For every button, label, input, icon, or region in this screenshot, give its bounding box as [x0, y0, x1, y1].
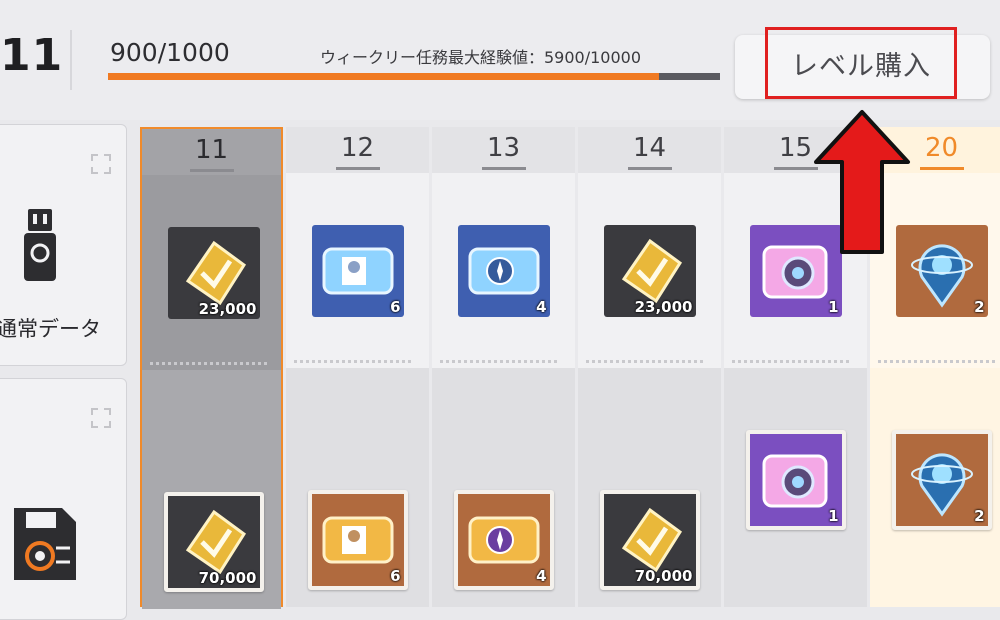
reward-quantity: 6 [390, 298, 401, 316]
reward-column-level-13[interactable]: 13 4 4 [432, 127, 575, 607]
reward-column-level-14[interactable]: 14 23,000 70,000 [578, 127, 721, 607]
usb-drive-icon [24, 209, 56, 281]
decorative-stripe [294, 360, 414, 363]
reward-quantity: 23,000 [198, 300, 257, 318]
reward-quantity: 70,000 [198, 569, 257, 587]
normal-data-label: 通常データ [0, 317, 101, 341]
reward-column-level-12[interactable]: 12 6 6 [286, 127, 429, 607]
gold-ticket-reward-item[interactable]: 70,000 [599, 490, 700, 590]
gold-pass-reward-item[interactable]: 6 [307, 490, 408, 590]
reward-column-level-11[interactable]: 11 23,000 70,000 [140, 127, 283, 609]
exp-progress-bar [108, 73, 720, 80]
reward-quantity: 1 [828, 298, 839, 316]
reward-quantity: 2 [974, 507, 985, 525]
gold-ticket-reward-item[interactable]: 23,000 [167, 227, 260, 319]
level-underline [627, 167, 672, 170]
expand-icon [91, 154, 111, 174]
orb-pin-reward-item[interactable]: 2 [891, 430, 992, 530]
reward-quantity: 70,000 [634, 567, 693, 585]
premium-reward-slot: 70,000 [578, 368, 721, 607]
reward-quantity: 2 [974, 298, 985, 316]
premium-reward-slot: 1 [724, 368, 867, 607]
reward-quantity: 6 [390, 567, 401, 585]
decorative-stripe [878, 360, 998, 363]
premium-reward-slot: 4 [432, 368, 575, 607]
normal-reward-slot: 6 [286, 173, 429, 368]
gold-compass-pass-reward-item[interactable]: 4 [453, 490, 554, 590]
normal-data-panel: 通常データ [0, 124, 127, 366]
blue-pass-reward-item[interactable]: 6 [311, 225, 404, 317]
exp-progress-fill [108, 73, 659, 80]
decorative-stripe [732, 360, 852, 363]
decorative-stripe [150, 362, 270, 365]
blue-compass-pass-reward-item[interactable]: 4 [457, 225, 550, 317]
level-underline [773, 167, 818, 170]
floppy-disk-icon [14, 508, 76, 580]
current-level: 11 [0, 30, 64, 81]
normal-reward-slot: 23,000 [142, 175, 281, 370]
decorative-stripe [440, 360, 560, 363]
premium-reward-slot: 6 [286, 368, 429, 607]
premium-reward-slot: 70,000 [142, 370, 281, 609]
expand-icon [91, 408, 111, 428]
level-underline [481, 167, 526, 170]
weekly-exp-text: ウィークリー任務最大経験値：5900/10000 [320, 48, 642, 67]
premium-data-panel [0, 378, 127, 620]
level-underline [189, 169, 234, 172]
gold-ticket-reward-item[interactable]: 70,000 [163, 492, 264, 592]
normal-reward-slot: 4 [432, 173, 575, 368]
top-bar: 11 900/1000 ウィークリー任務最大経験値：5900/10000 レベル… [0, 0, 1000, 120]
level-buy-button[interactable]: レベル購入 [765, 27, 957, 99]
reward-quantity: 23,000 [634, 298, 693, 316]
level-underline [335, 167, 380, 170]
normal-reward-slot: 23,000 [578, 173, 721, 368]
pink-camera-reward-item[interactable]: 1 [745, 430, 846, 530]
reward-quantity: 4 [536, 298, 547, 316]
reward-quantity: 1 [828, 507, 839, 525]
premium-reward-slot: 2 [870, 368, 1000, 607]
exp-text: 900/1000 [110, 38, 230, 67]
decorative-stripe [586, 360, 706, 363]
red-arrow-annotation [814, 110, 910, 254]
divider [70, 30, 72, 90]
gold-ticket-reward-item[interactable]: 23,000 [603, 225, 696, 317]
reward-quantity: 4 [536, 567, 547, 585]
level-underline [919, 167, 964, 170]
